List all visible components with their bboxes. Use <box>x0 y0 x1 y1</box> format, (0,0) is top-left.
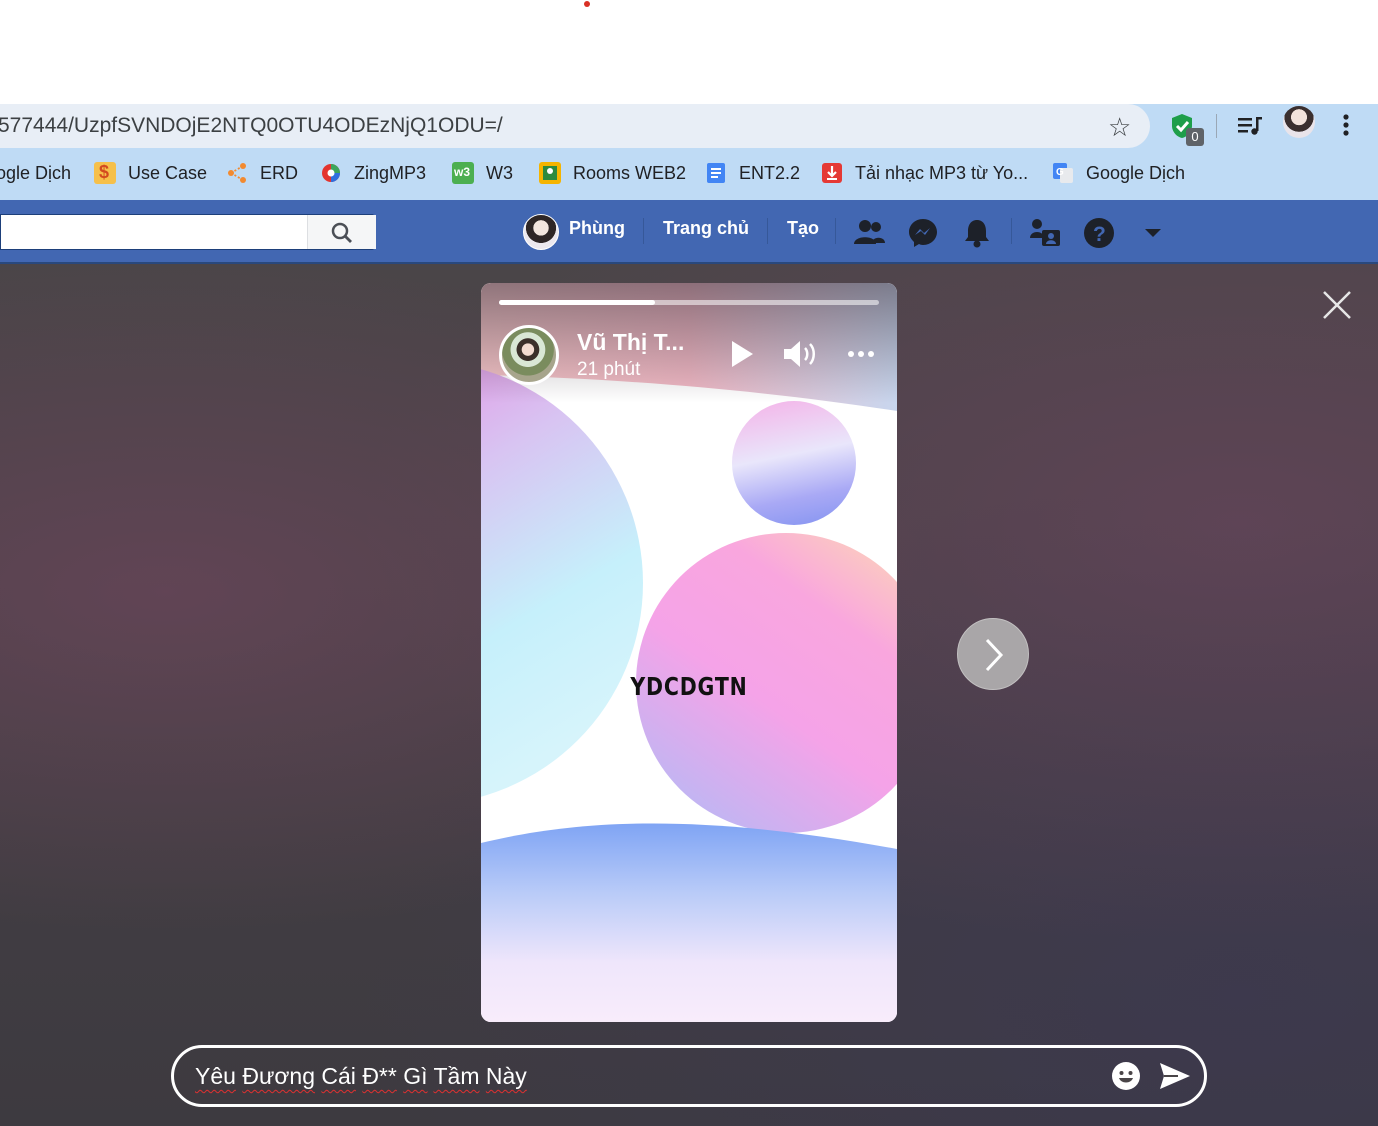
bookmark-label: Google Dịch <box>1086 162 1186 183</box>
docs-icon <box>707 163 725 183</box>
story-author-avatar[interactable] <box>499 325 559 385</box>
bookmarks-bar: ogle Dịch $ Use Case ERD ZingMP3 w3 W3 R… <box>0 148 1378 200</box>
bookmark-label: ENT2.2 <box>739 162 801 183</box>
reply-word: Cái <box>321 1063 356 1089</box>
quick-help-people-icon[interactable] <box>1028 216 1062 250</box>
svg-text:G: G <box>1056 167 1064 178</box>
bookmark-label: Use Case <box>128 162 208 183</box>
reply-word: Đương <box>242 1063 316 1089</box>
bookmark-item[interactable]: w3 W3 <box>452 160 513 186</box>
story-author-name[interactable]: Vũ Thị T... <box>577 329 684 356</box>
nav-profile-name[interactable]: Phùng <box>569 218 625 239</box>
play-icon[interactable] <box>729 339 755 369</box>
extension-badge: 0 <box>1186 128 1204 146</box>
bookmark-label: Rooms WEB2 <box>573 162 687 183</box>
reply-word: Này <box>485 1063 527 1089</box>
window-top-area <box>0 0 1378 104</box>
messenger-icon[interactable] <box>906 216 940 250</box>
volume-icon[interactable] <box>781 337 821 371</box>
bookmark-item[interactable]: ZingMP3 <box>320 160 426 186</box>
emoji-icon[interactable] <box>1111 1061 1141 1091</box>
bookmark-item[interactable]: $ Use Case <box>94 160 207 186</box>
nav-home[interactable]: Trang chủ <box>663 218 749 239</box>
search-button[interactable] <box>307 215 376 249</box>
friend-requests-icon[interactable] <box>852 216 886 250</box>
reply-word: Yêu <box>195 1063 236 1089</box>
dollar-icon: $ <box>94 162 116 184</box>
bookmark-item[interactable]: ogle Dịch <box>0 160 71 186</box>
google-translate-icon: G <box>1053 163 1073 183</box>
bookmark-item[interactable]: G Google Dịch <box>1052 160 1185 186</box>
omnibox[interactable]: 577444/UzpfSVNDOjE2NTQ0OTU4ODEzNjQ1ODU=/… <box>0 104 1150 148</box>
bookmark-item[interactable]: Tải nhạc MP3 từ Yo... <box>821 160 1028 186</box>
bookmark-label: ERD <box>260 162 299 183</box>
url-text[interactable]: 577444/UzpfSVNDOjE2NTQ0OTU4ODEzNjQ1ODU=/ <box>0 114 503 138</box>
user-avatar[interactable] <box>523 214 559 250</box>
w3-icon: w3 <box>452 162 474 184</box>
search-icon <box>331 222 352 243</box>
recording-dot <box>584 1 590 7</box>
bookmark-star-icon[interactable]: ☆ <box>1108 112 1131 143</box>
share-nodes-icon <box>228 163 246 183</box>
next-story-button[interactable] <box>957 618 1029 690</box>
nav-create[interactable]: Tạo <box>787 218 819 239</box>
reply-word: Đ** <box>362 1063 397 1089</box>
classroom-icon <box>539 162 561 184</box>
nav-separator <box>767 218 768 244</box>
chevron-right-icon <box>985 638 1004 672</box>
media-queue-icon[interactable] <box>1236 114 1264 138</box>
bookmark-item[interactable]: ERD <box>226 160 298 186</box>
help-question-icon[interactable]: ? <box>1082 216 1116 250</box>
reply-word: Gì <box>403 1063 428 1089</box>
toolbar-separator <box>1216 114 1217 138</box>
bookmark-item[interactable]: ENT2.2 <box>705 160 800 186</box>
more-options-icon[interactable] <box>847 349 875 359</box>
send-icon[interactable] <box>1158 1060 1192 1092</box>
address-bar-row: 577444/UzpfSVNDOjE2NTQ0OTU4ODEzNjQ1ODU=/… <box>0 104 1378 148</box>
bookmark-label: ogle Dịch <box>0 162 72 183</box>
story-progress-bar <box>499 300 879 305</box>
reply-word: Tầm <box>433 1063 480 1089</box>
nav-separator <box>643 218 644 244</box>
story-timestamp: 21 phút <box>577 359 641 380</box>
reply-text[interactable]: Yêu Đương Cái Đ** Gì Tầm Này <box>195 1063 527 1090</box>
download-icon <box>822 163 842 183</box>
close-icon[interactable] <box>1320 288 1354 322</box>
bookmark-label: W3 <box>486 162 513 183</box>
nav-separator <box>835 218 836 244</box>
facebook-top-bar: Phùng Trang chủ Tạo ? <box>0 200 1378 264</box>
facebook-search-input[interactable] <box>0 214 376 250</box>
reply-input[interactable]: Yêu Đương Cái Đ** Gì Tầm Này <box>171 1045 1207 1107</box>
story-card[interactable]: Vũ Thị T... 21 phút YDCDGTN <box>481 283 897 1022</box>
browser-profile-avatar[interactable] <box>1283 106 1315 138</box>
story-progress-fill <box>499 300 655 305</box>
zingmp3-icon <box>322 164 340 182</box>
notifications-bell-icon[interactable] <box>960 216 994 250</box>
more-vert-icon[interactable] <box>1338 112 1354 140</box>
bookmark-label: Tải nhạc MP3 từ Yo... <box>855 162 1029 183</box>
bookmark-item[interactable]: Rooms WEB2 <box>539 160 686 186</box>
nav-separator <box>1011 218 1012 244</box>
svg-text:?: ? <box>1093 223 1106 246</box>
bookmark-label: ZingMP3 <box>354 162 427 183</box>
story-caption-text: YDCDGTN <box>630 672 748 701</box>
account-menu-chevron-down-icon[interactable] <box>1140 224 1166 242</box>
